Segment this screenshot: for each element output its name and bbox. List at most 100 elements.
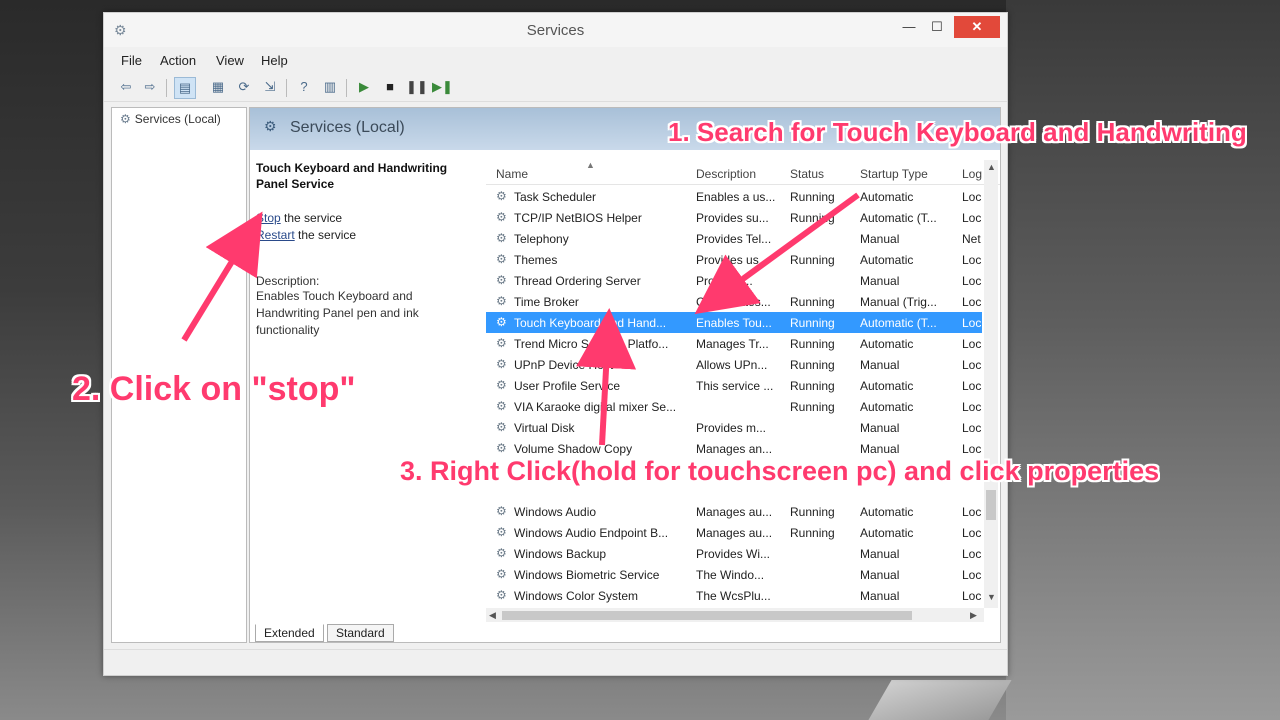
- service-icon: ⚙: [496, 420, 507, 434]
- table-row[interactable]: ⚙ Windows Audio Manages au... Running Automa…: [486, 501, 982, 522]
- service-name-cell: Volume Shadow Copy: [514, 442, 633, 456]
- back-icon[interactable]: ⇦: [116, 77, 136, 97]
- tab-standard[interactable]: Standard: [327, 624, 394, 642]
- service-icon: ⚙: [496, 273, 507, 287]
- list-view-icon[interactable]: ▦: [208, 77, 228, 97]
- menu-file[interactable]: File: [121, 53, 142, 68]
- maximize-button[interactable]: ☐: [924, 16, 950, 38]
- table-row[interactable]: ⚙ Themes Provides us... Running Automatic Loc: [486, 249, 982, 270]
- tree-item-services-local[interactable]: ⚙ Services (Local): [120, 112, 221, 126]
- properties-icon[interactable]: ▥: [320, 77, 340, 97]
- minimize-button[interactable]: —: [896, 16, 922, 38]
- service-status-cell: Running: [790, 295, 835, 309]
- service-status-cell: Running: [790, 190, 835, 204]
- service-icon: ⚙: [496, 210, 507, 224]
- service-status-cell: Running: [790, 400, 835, 414]
- column-startup-type[interactable]: Startup Type: [860, 167, 928, 181]
- restart-service-link[interactable]: Restart: [256, 228, 295, 242]
- service-startup-cell: Automatic: [860, 526, 914, 540]
- service-name-cell: Touch Keyboard and Hand...: [514, 316, 667, 330]
- service-details: Touch Keyboard and Handwriting Panel Ser…: [256, 160, 478, 339]
- sort-ascending-icon: ▲: [586, 160, 595, 170]
- menu-help[interactable]: Help: [261, 53, 288, 68]
- toolbar: ⇦ ⇨ ▤ ▦ ⟳ ⇲ ? ▥ ▶ ■ ❚❚ ▶❚: [104, 75, 1007, 102]
- vertical-scroll-thumb[interactable]: [986, 490, 996, 520]
- table-row[interactable]: ⚙ Windows Color System The WcsPlu... Manual…: [486, 585, 982, 606]
- annotation-step2: 2. Click on "stop": [72, 370, 356, 408]
- description-text: Enables Touch Keyboard and Handwriting P…: [256, 289, 419, 337]
- service-name-cell: UPnP Device Host: [514, 358, 614, 372]
- help-icon[interactable]: ?: [294, 77, 314, 97]
- column-status[interactable]: Status: [790, 167, 824, 181]
- service-description-cell: Manages an...: [696, 442, 773, 456]
- service-name-cell: Trend Micro Solution Platfo...: [514, 337, 669, 351]
- annotation-step3: 3. Right Click(hold for touchscreen pc) …: [400, 456, 1160, 486]
- service-description-cell: Provides su...: [696, 211, 769, 225]
- service-name-cell: Telephony: [514, 232, 569, 246]
- toolbar-separator: [346, 79, 347, 97]
- table-row[interactable]: ⚙ UPnP Device Host Allows UPn... Running Man…: [486, 354, 982, 375]
- start-service-icon[interactable]: ▶: [354, 77, 374, 97]
- service-description-cell: The Windo...: [696, 568, 765, 582]
- stop-service-link[interactable]: Stop: [256, 211, 281, 225]
- service-startup-cell: Manual: [860, 274, 900, 288]
- horizontal-scroll-thumb[interactable]: [502, 611, 912, 620]
- service-description-cell: Manages Tr...: [696, 337, 769, 351]
- service-status-cell: Running: [790, 253, 835, 267]
- service-name-cell: Thread Ordering Server: [514, 274, 641, 288]
- service-name-cell: Windows Color System: [514, 589, 639, 603]
- services-list: ▲ Name Description Status Startup Type L…: [486, 160, 1000, 622]
- title-bar[interactable]: ⚙ Services — ☐ ✕: [104, 13, 1007, 47]
- service-icon: ⚙: [496, 588, 507, 602]
- service-startup-cell: Automatic (T...: [860, 316, 937, 330]
- table-row[interactable]: ⚙ Virtual Disk Provides m... Manual Loc: [486, 417, 982, 438]
- pause-service-icon[interactable]: ❚❚: [406, 77, 428, 97]
- scroll-up-icon[interactable]: ▲: [987, 162, 996, 172]
- table-row[interactable]: ⚙ Thread Ordering Server Provides... Manual…: [486, 270, 982, 291]
- restart-service-icon[interactable]: ▶❚: [432, 77, 453, 97]
- table-row[interactable]: ⚙ Telephony Provides Tel... Manual Net: [486, 228, 982, 249]
- table-row-selected[interactable]: ⚙ Touch Keyboard and Hand... Enables Tou..…: [486, 312, 982, 333]
- service-icon: ⚙: [496, 504, 507, 518]
- service-startup-cell: Manual: [860, 547, 900, 561]
- column-log-on-as[interactable]: Log: [962, 167, 982, 181]
- service-status-cell: Running: [790, 316, 835, 330]
- horizontal-scrollbar[interactable]: ◀ ▶: [486, 608, 984, 622]
- service-description-cell: Enables Tou...: [696, 316, 772, 330]
- vertical-scrollbar[interactable]: ▲ ▼: [984, 160, 998, 608]
- forward-icon[interactable]: ⇨: [140, 77, 160, 97]
- service-icon: ⚙: [496, 378, 507, 392]
- table-row[interactable]: ⚙ Windows Biometric Service The Windo... Ma…: [486, 564, 982, 585]
- table-row[interactable]: ⚙ VIA Karaoke digital mixer Se... Running A…: [486, 396, 982, 417]
- service-description-cell: Manages au...: [696, 505, 773, 519]
- scroll-right-icon[interactable]: ▶: [970, 610, 977, 621]
- table-row[interactable]: ⚙ TCP/IP NetBIOS Helper Provides su... Runn…: [486, 207, 982, 228]
- menu-view[interactable]: View: [216, 53, 244, 68]
- column-name[interactable]: Name: [496, 167, 528, 181]
- service-status-cell: Running: [790, 337, 835, 351]
- column-description[interactable]: Description: [696, 167, 756, 181]
- show-console-tree-icon[interactable]: ▤: [174, 77, 196, 99]
- service-icon: ⚙: [496, 315, 507, 329]
- stop-service-icon[interactable]: ■: [380, 77, 400, 97]
- stop-link-suffix: the service: [280, 211, 343, 225]
- close-button[interactable]: ✕: [954, 16, 1000, 38]
- service-startup-cell: Automatic: [860, 253, 914, 267]
- menu-action[interactable]: Action: [160, 53, 196, 68]
- table-row[interactable]: ⚙ Task Scheduler Enables a us... Running Aut…: [486, 186, 982, 207]
- service-startup-cell: Automatic: [860, 337, 914, 351]
- tab-extended[interactable]: Extended: [255, 624, 324, 642]
- table-row[interactable]: ⚙ Windows Backup Provides Wi... Manual Loc: [486, 543, 982, 564]
- export-list-icon[interactable]: ⇲: [260, 77, 280, 97]
- table-row[interactable]: ⚙ Trend Micro Solution Platfo... Manages T…: [486, 333, 982, 354]
- scroll-left-icon[interactable]: ◀: [489, 610, 496, 621]
- scroll-down-icon[interactable]: ▼: [987, 592, 996, 602]
- table-row[interactable]: ⚙ User Profile Service This service ... Run…: [486, 375, 982, 396]
- service-icon: ⚙: [496, 336, 507, 350]
- service-name-cell: Windows Backup: [514, 547, 607, 561]
- refresh-icon[interactable]: ⟳: [234, 77, 254, 97]
- table-row[interactable]: ⚙ Time Broker Coordinates... Running Manual …: [486, 291, 982, 312]
- service-name-cell: Windows Biometric Service: [514, 568, 660, 582]
- table-row[interactable]: ⚙ Windows Audio Endpoint B... Manages au..…: [486, 522, 982, 543]
- service-icon: ⚙: [496, 399, 507, 413]
